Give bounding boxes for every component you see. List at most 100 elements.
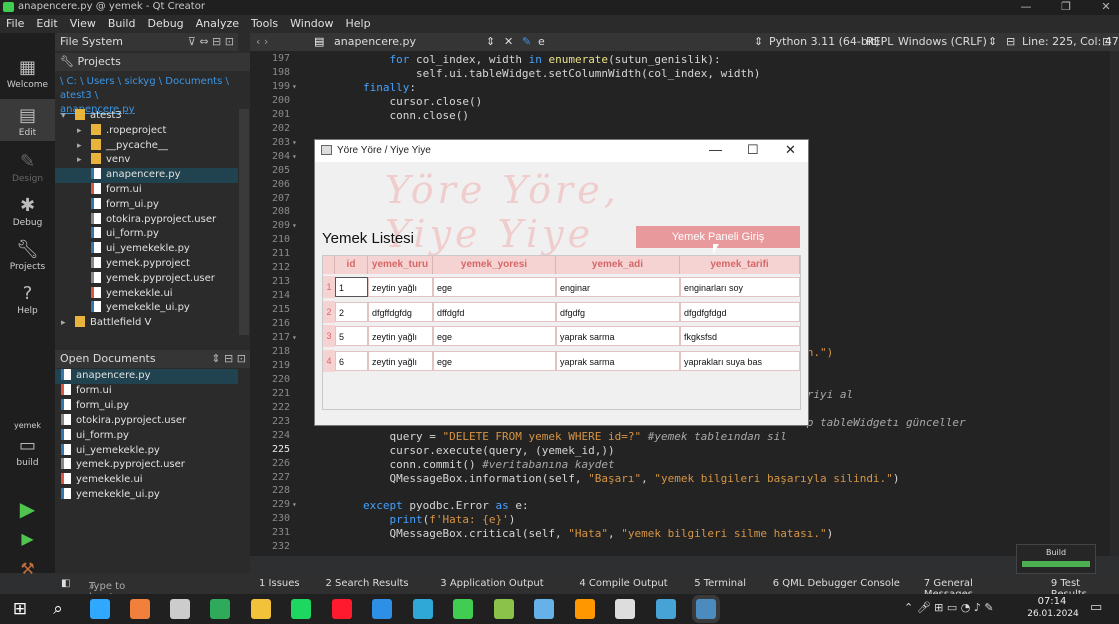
expand-arrow-icon[interactable]: ▸ [77, 141, 91, 151]
fold-marker-icon[interactable]: ▾ [292, 221, 297, 230]
table-cell[interactable]: enginar [556, 277, 680, 297]
expand-arrow-icon[interactable]: ▸ [77, 155, 91, 165]
open-document-item[interactable]: otokira.pyproject.user [55, 413, 238, 429]
tree-item[interactable]: ▸ __pycache__ [55, 138, 238, 154]
table-cell[interactable]: ege [433, 351, 556, 372]
run-button[interactable]: ▶ [0, 497, 55, 521]
dialog-minimize-button[interactable]: — [709, 142, 722, 157]
tree-item[interactable]: anapencere.py [55, 168, 238, 184]
code-line[interactable]: finally: [310, 81, 416, 94]
code-line[interactable]: except pyodbc.Error as e: [310, 499, 529, 512]
menu-tools[interactable]: Tools [245, 15, 284, 33]
close-button[interactable]: ✕ [1086, 0, 1119, 15]
filter-icon[interactable]: ⊽ ⇔ ⊟ ⊡ [188, 35, 234, 48]
sidebar-toggle-icon[interactable]: ◧ [61, 578, 70, 589]
row-header[interactable]: 4 [323, 350, 335, 373]
table-cell[interactable]: 6 [335, 351, 368, 372]
open-document-item[interactable]: form.ui [55, 383, 238, 399]
row-header[interactable]: 1 [323, 276, 335, 298]
menu-view[interactable]: View [64, 15, 102, 33]
code-line[interactable]: cursor.execute(query, (yemek_id,)) [310, 444, 614, 457]
split-editor-icon[interactable]: ⊟ [1006, 35, 1015, 48]
spotify-icon[interactable] [291, 599, 311, 619]
table-cell[interactable]: zeytin yağlı [368, 351, 433, 372]
open-document-item[interactable]: yemekekle.ui [55, 473, 238, 488]
tree-item[interactable]: yemekekle_ui.py [55, 301, 238, 316]
build-button[interactable]: ⚒ [0, 559, 55, 578]
table-cell[interactable]: 2 [335, 301, 368, 322]
editor-scrollbar[interactable] [1110, 51, 1119, 556]
fold-marker-icon[interactable]: ▾ [292, 333, 297, 342]
search-icon[interactable]: ⌕ [48, 599, 68, 619]
table-cell[interactable]: dfgdfg [556, 301, 680, 322]
system-tray-icons[interactable]: ⌃ 🎤︎ ⊞ ▭ ◔ ♪ ✎ [904, 601, 994, 614]
open-document-item[interactable]: yemek.pyproject.user [55, 458, 238, 473]
minimize-button[interactable]: — [1006, 0, 1046, 15]
notepad-icon[interactable] [534, 599, 554, 619]
table-cell[interactable]: 1 [335, 277, 368, 297]
code-line[interactable]: conn.commit() #veritabanına kaydet [310, 458, 614, 471]
sublime-icon[interactable] [575, 599, 595, 619]
mode-projects[interactable]: 🔧︎ Projects [0, 239, 55, 272]
tree-item[interactable]: yemek.pyproject [55, 257, 238, 272]
tree-item[interactable]: ▸ .ropeproject [55, 123, 238, 139]
opera-icon[interactable] [332, 599, 352, 619]
dialog-maximize-button[interactable]: ☐ [747, 142, 759, 158]
output-tab[interactable]: 6 QML Debugger Console [773, 578, 900, 589]
file-selector-chevron-icon[interactable]: ⇕ [486, 35, 495, 48]
column-header-yemek-turu[interactable]: yemek_turu [368, 256, 433, 274]
output-tab[interactable]: 3 Application Output [440, 578, 543, 589]
table-cell[interactable]: zeytin yağlı [368, 277, 433, 297]
tree-item[interactable]: yemek.pyproject.user [55, 271, 238, 287]
back-button[interactable]: ‹ › [256, 35, 268, 48]
expand-arrow-icon[interactable]: ▸ [61, 318, 75, 328]
fold-marker-icon[interactable]: ▾ [292, 152, 297, 161]
row-header[interactable]: 3 [323, 325, 335, 348]
table-cell[interactable]: yaprak sarma [556, 326, 680, 347]
column-header-yemek-adi[interactable]: yemek_adi [556, 256, 680, 274]
row-header[interactable]: 2 [323, 300, 335, 323]
code-line[interactable]: for col_index, width in enumerate(sutun_… [310, 53, 720, 66]
column-header-yemek-yoresi[interactable]: yemek_yoresi [433, 256, 556, 274]
dialog-close-button[interactable]: ✕ [785, 142, 796, 158]
food-table[interactable]: id yemek_turu yemek_yoresi yemek_adi yemek_t… [322, 255, 801, 410]
table-cell[interactable]: yaprakları suya bas [680, 351, 800, 372]
line-ending-selector[interactable]: Windows (CRLF) [898, 35, 987, 48]
table-cell[interactable]: ege [433, 277, 556, 297]
tool-icon[interactable] [494, 599, 514, 619]
code-line[interactable]: query = "DELETE FROM yemek WHERE id=?" #… [310, 430, 786, 443]
code-line[interactable]: self.ui.tableWidget.setColumnWidth(col_i… [310, 67, 760, 80]
menu-debug[interactable]: Debug [141, 15, 189, 33]
symbol-chevron-icon[interactable]: ⇕ [754, 35, 763, 48]
column-header-id[interactable]: id [335, 256, 368, 274]
clock-date[interactable]: 26.01.2024 [1026, 609, 1080, 619]
output-tab[interactable]: 5 Terminal [694, 578, 746, 589]
code-line[interactable]: print(f'Hata: {e}') [310, 513, 515, 526]
projects-selector[interactable]: 🔧︎ Projects [55, 53, 250, 71]
code-line[interactable]: QMessageBox.information(self, "Başarı", … [310, 472, 899, 485]
explorer-icon[interactable] [251, 599, 271, 619]
tree-item[interactable]: ▾ atest3 [55, 109, 238, 124]
start-icon[interactable]: ⊞ [10, 599, 30, 619]
expand-arrow-icon[interactable]: ▾ [61, 111, 75, 121]
menu-analyze[interactable]: Analyze [190, 15, 245, 33]
fold-marker-icon[interactable]: ▾ [292, 138, 297, 147]
mode-debug[interactable]: ✱ Debug [0, 195, 55, 228]
mode-welcome[interactable]: ▦ Welcome [0, 57, 55, 90]
table-cell[interactable]: dfgdfgfdgd [680, 301, 800, 322]
tree-item[interactable]: ▸ Battlefield V [55, 316, 238, 331]
table-cell[interactable]: dffdgfd [433, 301, 556, 322]
fold-marker-icon[interactable]: ▾ [292, 500, 297, 509]
mode-edit[interactable]: ▤ Edit [0, 99, 55, 141]
mode-help[interactable]: ? Help [0, 283, 55, 316]
open-document-item[interactable]: ui_yemekekle.py [55, 443, 238, 459]
mode-design[interactable]: ✎ Design [0, 151, 55, 184]
tree-item[interactable]: ui_yemekekle.py [55, 242, 238, 257]
open-document-item[interactable]: form_ui.py [55, 398, 238, 414]
column-header-yemek-tarifi[interactable]: yemek_tarifi [680, 256, 800, 274]
menu-help[interactable]: Help [340, 15, 377, 33]
code-line[interactable]: QMessageBox.critical(self, "Hata", "yeme… [310, 527, 833, 540]
repl-button[interactable]: REPL [866, 35, 893, 48]
python-interpreter-selector[interactable]: Python 3.11 (64-bit) [769, 35, 880, 48]
table-cell[interactable]: dfgffdgfdg [368, 301, 433, 322]
